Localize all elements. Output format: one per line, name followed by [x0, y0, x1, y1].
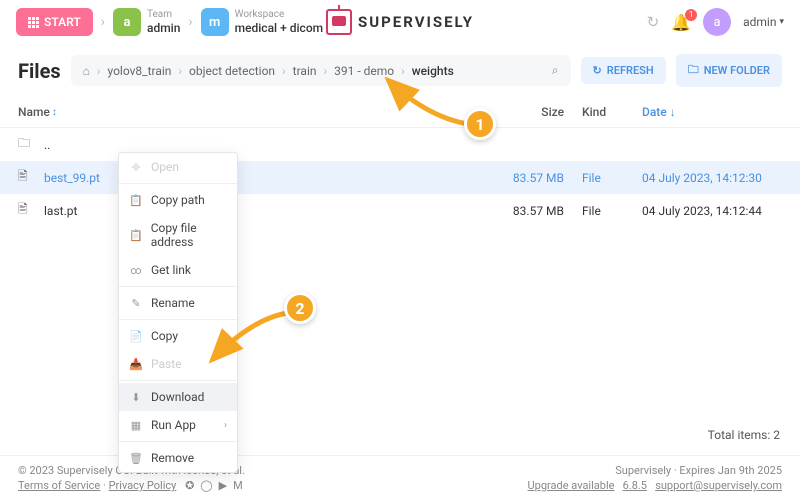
col-name[interactable]: Name↕ — [18, 105, 479, 119]
crumb[interactable]: 391 - demo — [334, 64, 394, 78]
team-avatar: a — [113, 8, 141, 36]
privacy-link[interactable]: Privacy Policy — [109, 479, 177, 492]
folder-icon: 🗀 — [18, 134, 34, 155]
upgrade-link[interactable]: Upgrade available — [528, 479, 615, 492]
apps-icon: ▦ — [129, 419, 143, 432]
workspace-avatar: m — [201, 8, 229, 36]
team-label: Team — [147, 9, 180, 21]
brand-logo: SUPERVISELY — [326, 9, 474, 35]
version-link[interactable]: 6.8.5 — [623, 479, 647, 492]
pencil-icon: ✎ — [129, 297, 143, 310]
sort-icon: ↕ — [52, 107, 57, 118]
chevron-icon: › — [188, 14, 192, 30]
bell-icon[interactable]: 🔔1 — [671, 13, 691, 32]
file-icon: 🖹 — [18, 200, 34, 221]
user-menu[interactable]: admin ▾ — [743, 15, 784, 29]
search-icon[interactable]: ⌕ — [552, 63, 559, 78]
file-size: 83.57 MB — [479, 204, 564, 218]
clipboard-icon: 📋 — [129, 194, 143, 207]
file-kind: File — [582, 204, 632, 218]
start-button[interactable]: START — [16, 8, 93, 36]
chevron-right-icon: › — [224, 420, 227, 431]
brand-line: Supervisely · Expires Jan 9th 2025 — [528, 464, 782, 477]
menu-rename[interactable]: ✎Rename — [119, 289, 237, 317]
refresh-button[interactable]: ↻REFRESH — [581, 57, 666, 84]
menu-copy[interactable]: 📄Copy — [119, 322, 237, 350]
menu-open: ✥Open — [119, 153, 237, 181]
menu-remove[interactable]: 🗑Remove — [119, 444, 237, 472]
menu-download[interactable]: ⬇Download — [119, 383, 237, 411]
github-icon[interactable]: ◯ — [200, 479, 212, 492]
home-icon[interactable]: ⌂ — [83, 64, 90, 78]
tos-link[interactable]: Terms of Service — [18, 479, 100, 492]
support-link[interactable]: support@supervisely.com — [655, 479, 782, 492]
crumb[interactable]: object detection — [189, 64, 275, 78]
breadcrumb: ⌂ ›yolov8_train ›object detection ›train… — [71, 55, 571, 86]
link-icon: ∞ — [129, 264, 143, 277]
file-date: 04 July 2023, 14:12:30 — [642, 171, 782, 185]
youtube-icon[interactable]: ▶ — [219, 479, 227, 492]
new-folder-button[interactable]: 🗀NEW FOLDER — [676, 54, 782, 87]
callout-badge-1: 1 — [464, 108, 496, 140]
menu-copy-address[interactable]: 📋Copy file address — [119, 214, 237, 256]
refresh-icon: ↻ — [593, 64, 602, 77]
team-value: admin — [147, 21, 180, 35]
user-avatar[interactable]: a — [703, 8, 731, 36]
callout-badge-2: 2 — [284, 292, 316, 324]
brand-name: SUPERVISELY — [358, 13, 474, 31]
robot-icon — [326, 9, 352, 35]
notification-badge: 1 — [685, 9, 697, 21]
download-icon: ⬇ — [129, 391, 143, 404]
workspace-selector[interactable]: m Workspace medical + dicom — [201, 8, 323, 36]
crumb-current: weights — [412, 64, 454, 78]
social-icons: ✪ ◯ ▶ M — [185, 479, 243, 492]
table-header: Name↕ Size Kind Date ↓ — [0, 97, 800, 128]
file-size: 83.57 MB — [479, 171, 564, 185]
app-header: START › a Team admin › m Workspace medic… — [0, 0, 800, 44]
menu-get-link[interactable]: ∞Get link — [119, 256, 237, 284]
sort-down-icon: ↓ — [670, 105, 676, 119]
total-items: Total items: 2 — [708, 428, 780, 442]
file-icon: 🖹 — [18, 167, 34, 188]
context-menu: ✥Open 📋Copy path 📋Copy file address ∞Get… — [118, 152, 238, 473]
grid-icon — [28, 17, 39, 28]
trash-icon: 🗑 — [129, 452, 143, 465]
col-kind[interactable]: Kind — [582, 105, 632, 119]
slack-icon[interactable]: ✪ — [185, 479, 194, 492]
team-selector[interactable]: a Team admin — [113, 8, 180, 36]
col-date[interactable]: Date ↓ — [642, 105, 782, 119]
file-name: last.pt — [44, 204, 479, 218]
menu-paste: 📥Paste — [119, 350, 237, 378]
workspace-label: Workspace — [235, 9, 323, 21]
file-name: best_99.pt — [44, 171, 479, 185]
path-bar: Files ⌂ ›yolov8_train ›object detection … — [0, 44, 800, 97]
menu-copy-path[interactable]: 📋Copy path — [119, 186, 237, 214]
folder-plus-icon: 🗀 — [688, 61, 699, 80]
crumb[interactable]: yolov8_train — [108, 64, 172, 78]
tasks-icon[interactable]: ↻ — [647, 13, 660, 31]
crumb[interactable]: train — [293, 64, 317, 78]
chevron-icon: › — [101, 14, 105, 30]
start-label: START — [44, 15, 81, 29]
paste-icon: 📥 — [129, 358, 143, 371]
move-icon: ✥ — [129, 161, 143, 174]
file-date: 04 July 2023, 14:12:44 — [642, 204, 782, 218]
file-kind: File — [582, 171, 632, 185]
page-title: Files — [18, 59, 61, 83]
chevron-down-icon: ▾ — [779, 17, 784, 27]
copy-icon: 📄 — [129, 330, 143, 343]
medium-icon[interactable]: M — [233, 479, 243, 492]
workspace-value: medical + dicom — [235, 21, 323, 35]
menu-run-app[interactable]: ▦Run App› — [119, 411, 237, 439]
clipboard-icon: 📋 — [129, 229, 143, 242]
